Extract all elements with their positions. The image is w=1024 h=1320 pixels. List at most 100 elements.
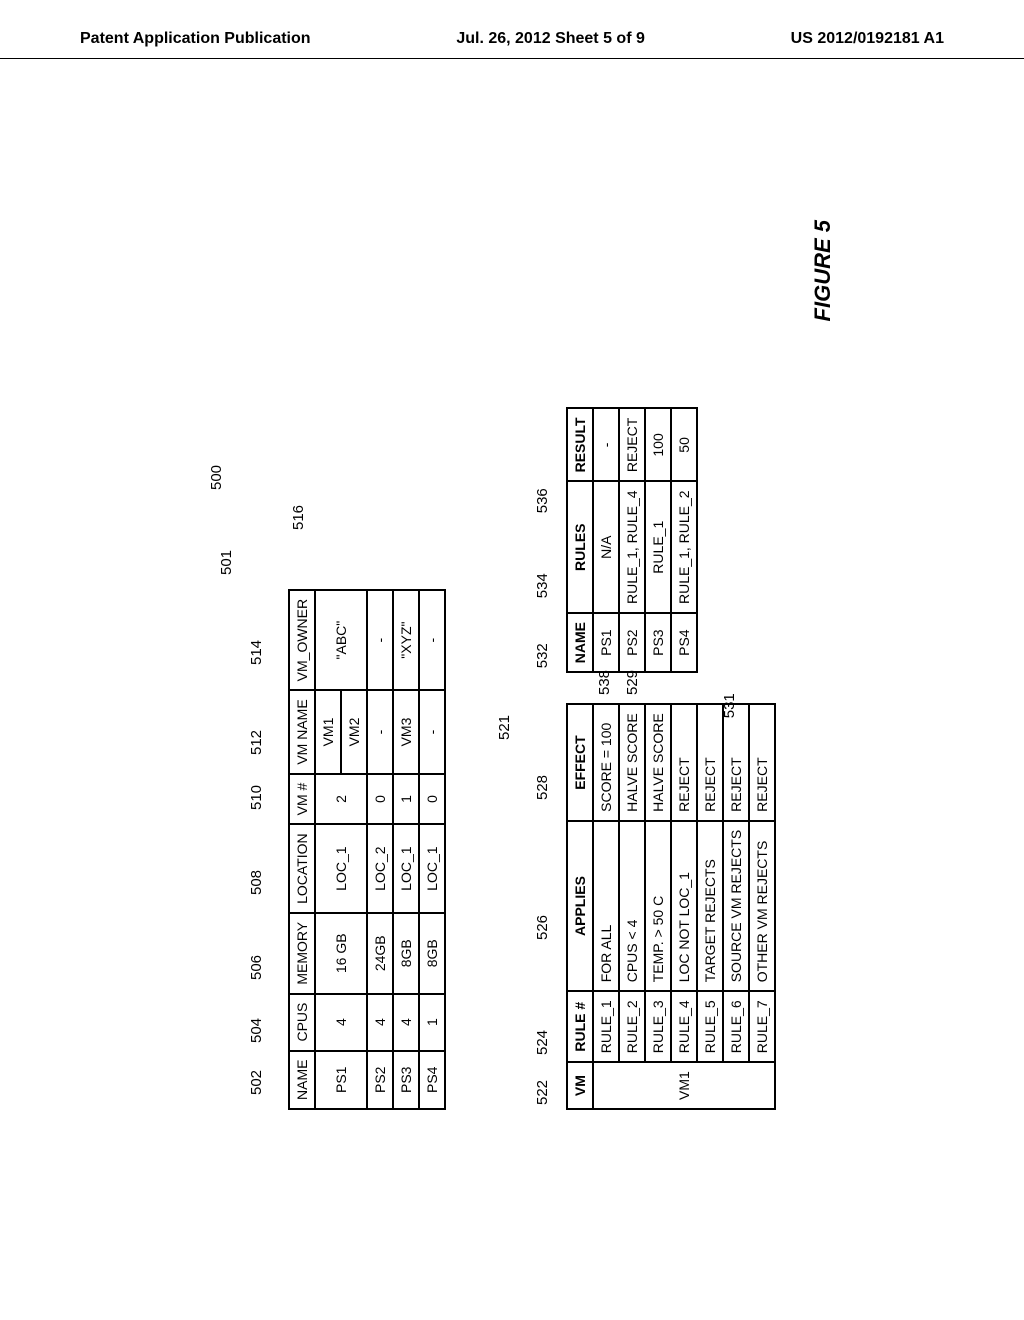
callout-514: 514 [248,640,265,665]
cell: CPUS < 4 [619,821,645,991]
cell: RULE_7 [749,991,775,1062]
cell: 100 [645,408,671,481]
cell: - [419,690,445,773]
cell: RULE_5 [697,991,723,1062]
cell: RULE_1 [593,991,619,1062]
cell: OTHER VM REJECTS [749,821,775,991]
cell: 1 [393,774,419,825]
table-row: RULE_6 SOURCE VM REJECTS REJECT [723,704,749,1109]
cell: RULE_3 [645,991,671,1062]
cell: 2 [315,774,367,825]
cell: SCORE = 100 [593,704,619,821]
cell: TARGET REJECTS [697,821,723,991]
callout-500: 500 [208,465,225,490]
cell: VM2 [341,690,367,773]
cell: 1 [419,994,445,1051]
cell: PS1 [593,613,619,672]
cell: LOC_1 [315,824,367,913]
cell: REJECT [671,704,697,821]
cell: RULE_4 [671,991,697,1062]
cell: LOC_2 [367,824,393,913]
cell: HALVE SCORE [619,704,645,821]
cell: - [419,590,445,690]
cell: PS1 [315,1051,367,1109]
cell: "ABC" [315,590,367,690]
th-vm: VM [567,1062,593,1109]
cell: REJECT [697,704,723,821]
cell: 50 [671,408,697,481]
cell: REJECT [619,408,645,481]
callout-502: 502 [248,1070,265,1095]
cell: REJECT [723,704,749,821]
cell: 8GB [419,913,445,994]
cell: 0 [419,774,445,825]
table-header-row: NAME RULES RESULT [567,408,593,672]
cell: FOR ALL [593,821,619,991]
cell: SOURCE VM REJECTS [723,821,749,991]
figure-container: 502 504 506 508 510 512 514 501 500 516 … [248,210,776,1110]
callout-528: 528 [534,775,551,800]
callout-508: 508 [248,870,265,895]
table-row: RULE_4 LOC NOT LOC_1 REJECT [671,704,697,1109]
cell: - [367,690,393,773]
cell: RULE_2 [619,991,645,1062]
th-cpus: CPUS [289,994,315,1051]
cell: 0 [367,774,393,825]
table-row: PS2 4 24GB LOC_2 0 - - [367,590,393,1109]
cell: 24GB [367,913,393,994]
table-row: PS1 4 16 GB LOC_1 2 VM1 "ABC" [315,590,341,1109]
th-applies: APPLIES [567,821,593,991]
page-header: Patent Application Publication Jul. 26, … [0,0,1024,59]
callout-522: 522 [534,1080,551,1105]
table-header-row: VM RULE # APPLIES EFFECT [567,704,593,1109]
callout-538: 538 [596,670,613,695]
cell: PS2 [619,613,645,672]
callout-506: 506 [248,955,265,980]
callout-529: 529 [624,670,641,695]
cell: RULE_1, RULE_2 [671,481,697,613]
th-location: LOCATION [289,824,315,913]
header-center: Jul. 26, 2012 Sheet 5 of 9 [456,30,645,48]
cell: - [593,408,619,481]
cell: PS4 [671,613,697,672]
cell: VM3 [393,690,419,773]
cell: 8GB [393,913,419,994]
table-row: VM1 RULE_1 FOR ALL SCORE = 100 [593,704,619,1109]
cell: PS3 [645,613,671,672]
callout-504: 504 [248,1018,265,1043]
th-memory: MEMORY [289,913,315,994]
th-name: NAME [567,613,593,672]
th-result: RESULT [567,408,593,481]
cell: HALVE SCORE [645,704,671,821]
cell: RULE_1, RULE_4 [619,481,645,613]
callout-526: 526 [534,915,551,940]
server-table: NAME CPUS MEMORY LOCATION VM # VM NAME V… [288,589,446,1110]
callout-532: 532 [534,643,551,668]
cell: PS4 [419,1051,445,1109]
header-left: Patent Application Publication [80,30,311,48]
th-name: NAME [289,1051,315,1109]
cell-vm: VM1 [593,1062,775,1109]
callout-516: 516 [290,505,307,530]
th-rules: RULES [567,481,593,613]
table-row: PS4 RULE_1, RULE_2 50 [671,408,697,672]
th-vmname: VM NAME [289,690,315,773]
cell: VM1 [315,690,341,773]
cell: PS3 [393,1051,419,1109]
header-right: US 2012/0192181 A1 [791,30,944,48]
callout-524: 524 [534,1030,551,1055]
cell: LOC NOT LOC_1 [671,821,697,991]
table-row: RULE_3 TEMP. > 50 C HALVE SCORE [645,704,671,1109]
cell: 4 [315,994,367,1051]
cell: - [367,590,393,690]
cell: TEMP. > 50 C [645,821,671,991]
callout-501: 501 [218,550,235,575]
cell: 4 [367,994,393,1051]
callout-510: 510 [248,785,265,810]
callout-531: 531 [721,693,738,718]
table-row: RULE_5 TARGET REJECTS REJECT [697,704,723,1109]
callout-512: 512 [248,730,265,755]
cell: LOC_1 [419,824,445,913]
cell: REJECT [749,704,775,821]
cell: RULE_1 [645,481,671,613]
